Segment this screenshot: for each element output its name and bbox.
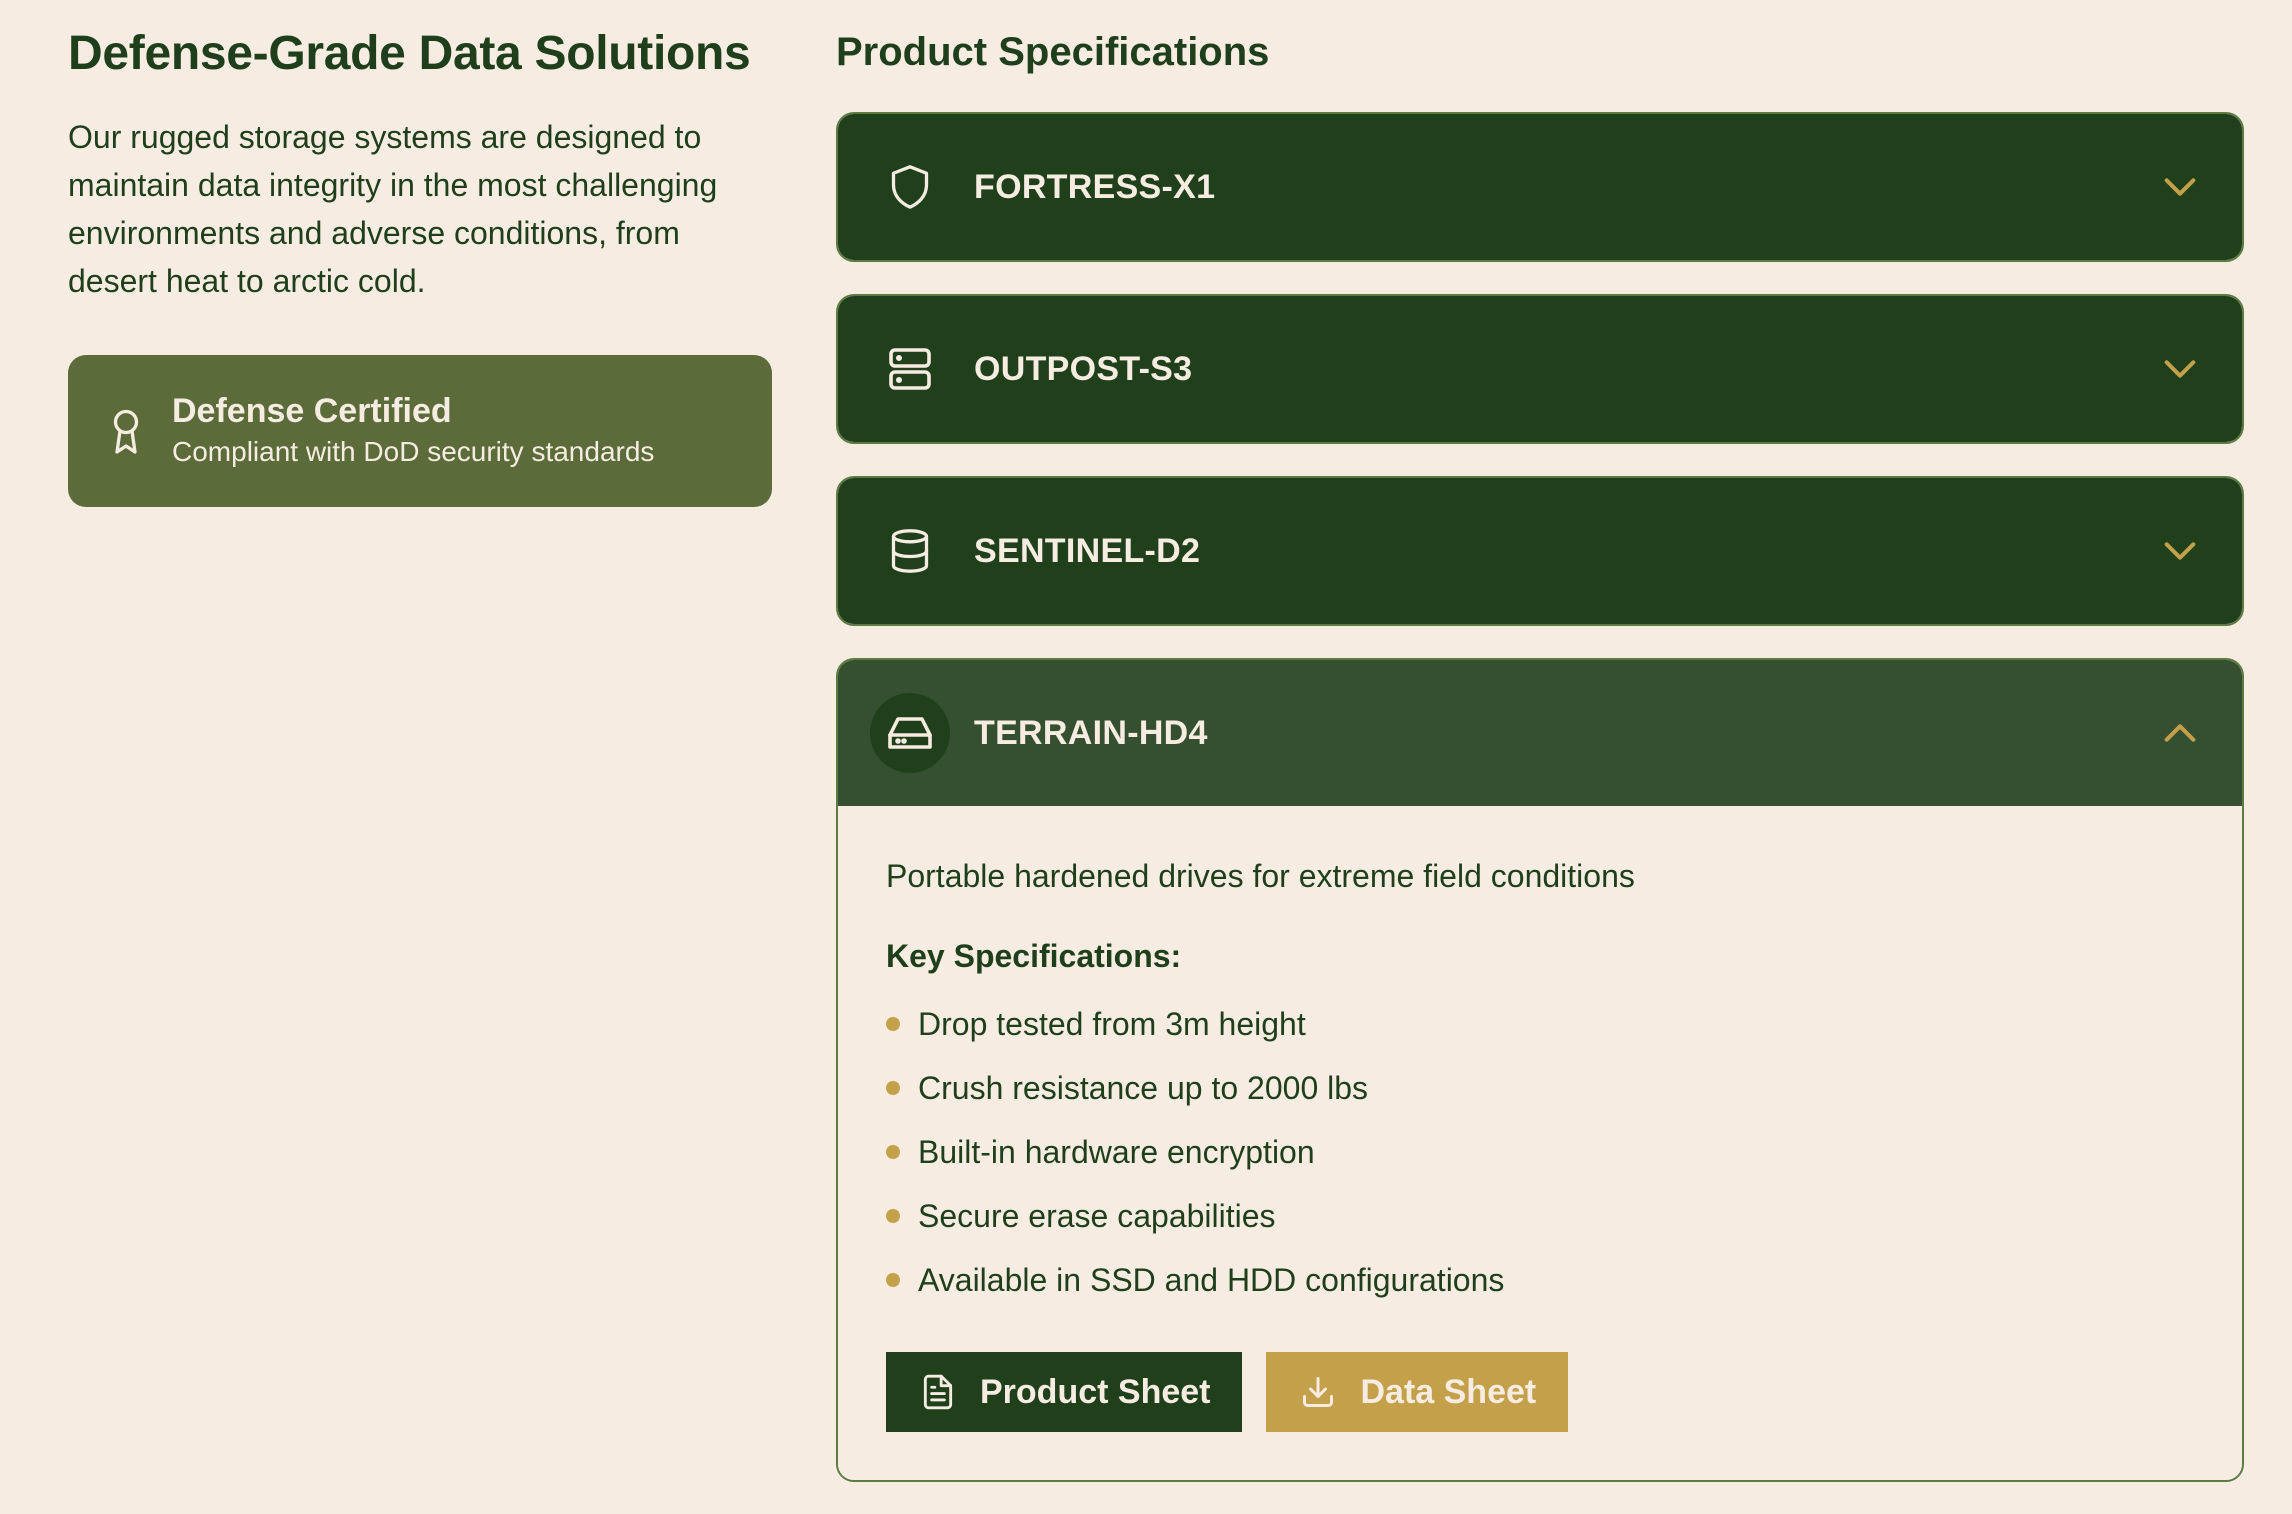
accordion-item-fortress-x1: FORTRESS-X1 [836, 112, 2244, 262]
award-icon [104, 403, 148, 459]
bullet-icon [886, 1209, 900, 1223]
spec-item: Available in SSD and HDD configurations [886, 1248, 2194, 1312]
bullet-icon [886, 1017, 900, 1031]
specs-heading: Key Specifications: [886, 938, 1182, 974]
chevron-down-icon [2164, 360, 2196, 378]
chevron-down-icon [2164, 178, 2196, 196]
shield-icon [870, 147, 950, 227]
spec-text: Crush resistance up to 2000 lbs [918, 1069, 1369, 1106]
intro-description: Our rugged storage systems are designed … [68, 119, 718, 299]
spec-text: Built-in hardware encryption [918, 1133, 1315, 1170]
intro-panel: Defense-Grade Data Solutions Our rugged … [68, 26, 772, 507]
chevron-down-icon [2164, 542, 2196, 560]
specs-panel: Product Specifications FORTRESS-X1 OUTPO… [836, 24, 2244, 1514]
spec-item: Drop tested from 3m height [886, 992, 2194, 1056]
download-icon [1298, 1372, 1338, 1412]
product-name: TERRAIN-HD4 [974, 713, 1208, 752]
action-buttons: Product Sheet Data Sheet [886, 1352, 2194, 1432]
data-sheet-button[interactable]: Data Sheet [1266, 1352, 1569, 1432]
product-sheet-button[interactable]: Product Sheet [886, 1352, 1243, 1432]
product-name: OUTPOST-S3 [974, 349, 1193, 388]
spec-text: Drop tested from 3m height [918, 1005, 1306, 1042]
product-sheet-label: Product Sheet [980, 1372, 1211, 1411]
page-title: Defense-Grade Data Solutions [68, 27, 751, 80]
chevron-up-icon [2164, 724, 2196, 742]
spec-item: Crush resistance up to 2000 lbs [886, 1056, 2194, 1120]
accordion-header-outpost-s3[interactable]: OUTPOST-S3 [838, 296, 2242, 442]
accordion-header-terrain-hd4[interactable]: TERRAIN-HD4 [838, 660, 2242, 806]
spec-text: Available in SSD and HDD configurations [918, 1261, 1505, 1298]
spec-list: Drop tested from 3m height Crush resista… [886, 992, 2194, 1312]
bullet-icon [886, 1081, 900, 1095]
spec-text: Secure erase capabilities [918, 1197, 1276, 1234]
product-name: FORTRESS-X1 [974, 167, 1216, 206]
bullet-icon [886, 1145, 900, 1159]
certification-subtitle: Compliant with DoD security standards [172, 436, 655, 467]
accordion-header-fortress-x1[interactable]: FORTRESS-X1 [838, 114, 2242, 260]
bullet-icon [886, 1273, 900, 1287]
file-text-icon [918, 1372, 958, 1412]
server-icon [870, 329, 950, 409]
spec-item: Built-in hardware encryption [886, 1120, 2194, 1184]
accordion-item-outpost-s3: OUTPOST-S3 [836, 294, 2244, 444]
data-sheet-label: Data Sheet [1360, 1372, 1537, 1411]
product-description: Portable hardened drives for extreme fie… [886, 858, 1635, 894]
product-accordion: FORTRESS-X1 OUTPOST-S3 SENTINEL-D2 TERRA… [836, 112, 2244, 1482]
certification-card: Defense Certified Compliant with DoD sec… [68, 355, 772, 507]
accordion-body-terrain-hd4: Portable hardened drives for extreme fie… [838, 806, 2242, 1480]
accordion-item-sentinel-d2: SENTINEL-D2 [836, 476, 2244, 626]
specs-title: Product Specifications [836, 30, 1270, 74]
accordion-header-sentinel-d2[interactable]: SENTINEL-D2 [838, 478, 2242, 624]
accordion-item-terrain-hd4: TERRAIN-HD4 Portable hardened drives for… [836, 658, 2244, 1482]
certification-title: Defense Certified [172, 392, 452, 430]
product-name: SENTINEL-D2 [974, 531, 1201, 570]
database-icon [870, 511, 950, 591]
hard-drive-icon [870, 693, 950, 773]
spec-item: Secure erase capabilities [886, 1184, 2194, 1248]
